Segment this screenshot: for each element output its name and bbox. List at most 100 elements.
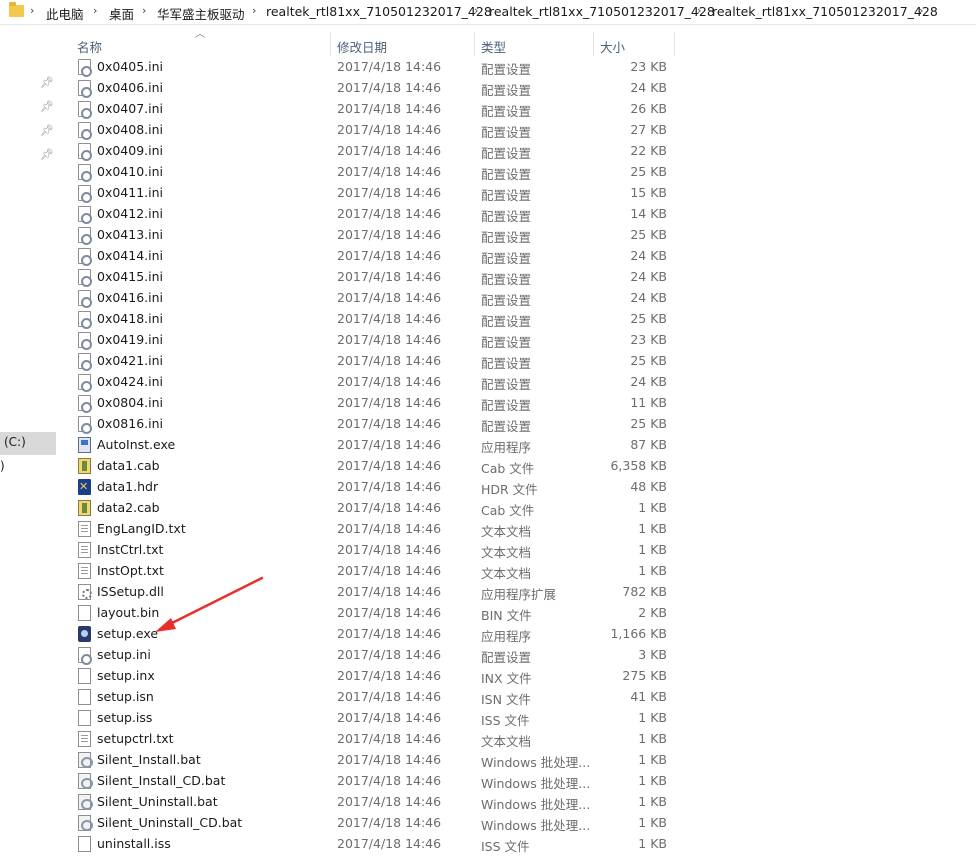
file-name[interactable]: EngLangID.txt (97, 521, 186, 536)
file-row[interactable]: setup.inx 2017/4/18 14:46 INX 文件 275 KB (70, 665, 680, 686)
file-row[interactable]: setup.exe 2017/4/18 14:46 应用程序 1,166 KB (70, 623, 680, 644)
file-name[interactable]: 0x0406.ini (97, 80, 163, 95)
file-name[interactable]: ISSetup.dll (97, 584, 164, 599)
file-name[interactable]: setup.ini (97, 647, 151, 662)
file-row[interactable]: 0x0416.ini 2017/4/18 14:46 配置设置 24 KB (70, 287, 680, 308)
file-name[interactable]: 0x0419.ini (97, 332, 163, 347)
breadcrumb-realtek-1[interactable]: realtek_rtl81xx_710501232017_428 (266, 4, 492, 19)
pin-icon[interactable]: 📌︎ (40, 125, 54, 137)
file-row[interactable]: InstOpt.txt 2017/4/18 14:46 文本文档 1 KB (70, 560, 680, 581)
file-name[interactable]: setup.iss (97, 710, 152, 725)
file-row[interactable]: 0x0411.ini 2017/4/18 14:46 配置设置 15 KB (70, 182, 680, 203)
file-row[interactable]: 0x0408.ini 2017/4/18 14:46 配置设置 27 KB (70, 119, 680, 140)
file-name[interactable]: setupctrl.txt (97, 731, 174, 746)
file-name[interactable]: 0x0412.ini (97, 206, 163, 221)
file-name[interactable]: Silent_Uninstall.bat (97, 794, 218, 809)
file-name[interactable]: data2.cab (97, 500, 160, 515)
chevron-right-icon[interactable]: › (697, 4, 701, 17)
file-name[interactable]: uninstall.iss (97, 836, 171, 851)
pin-icon[interactable]: 📌︎ (40, 77, 54, 89)
file-row[interactable]: 0x0415.ini 2017/4/18 14:46 配置设置 24 KB (70, 266, 680, 287)
nav-item-drive-c[interactable]: (C:) (4, 435, 26, 449)
file-row[interactable]: Silent_Uninstall.bat 2017/4/18 14:46 Windo… (70, 791, 680, 812)
file-name[interactable]: 0x0421.ini (97, 353, 163, 368)
file-name[interactable]: 0x0407.ini (97, 101, 163, 116)
file-name[interactable]: AutoInst.exe (97, 437, 175, 452)
file-name[interactable]: 0x0408.ini (97, 122, 163, 137)
file-row[interactable]: 0x0405.ini 2017/4/18 14:46 配置设置 23 KB (70, 56, 680, 77)
file-row[interactable]: 0x0410.ini 2017/4/18 14:46 配置设置 25 KB (70, 161, 680, 182)
file-name[interactable]: 0x0424.ini (97, 374, 163, 389)
file-name[interactable]: 0x0410.ini (97, 164, 163, 179)
breadcrumb-desktop[interactable]: 桌面 (109, 4, 134, 23)
file-name[interactable]: Silent_Uninstall_CD.bat (97, 815, 242, 830)
file-name[interactable]: Silent_Install.bat (97, 752, 201, 767)
file-row[interactable]: setup.iss 2017/4/18 14:46 ISS 文件 1 KB (70, 707, 680, 728)
file-name[interactable]: 0x0804.ini (97, 395, 163, 410)
file-name[interactable]: 0x0816.ini (97, 416, 163, 431)
file-name[interactable]: 0x0414.ini (97, 248, 163, 263)
column-divider[interactable] (674, 32, 675, 56)
chevron-right-icon[interactable]: › (252, 4, 256, 17)
column-header-size[interactable]: 大小 (593, 32, 674, 56)
file-row[interactable]: uninstall.iss 2017/4/18 14:46 ISS 文件 1 KB (70, 833, 680, 854)
chevron-right-icon[interactable]: › (142, 4, 146, 17)
column-header-type[interactable]: 类型 (474, 32, 593, 56)
file-row[interactable]: data1.hdr 2017/4/18 14:46 HDR 文件 48 KB (70, 476, 680, 497)
file-row[interactable]: ISSetup.dll 2017/4/18 14:46 应用程序扩展 782 KB (70, 581, 680, 602)
file-name[interactable]: 0x0411.ini (97, 185, 163, 200)
file-name[interactable]: 0x0418.ini (97, 311, 163, 326)
file-row[interactable]: 0x0419.ini 2017/4/18 14:46 配置设置 23 KB (70, 329, 680, 350)
file-row[interactable]: data2.cab 2017/4/18 14:46 Cab 文件 1 KB (70, 497, 680, 518)
file-row[interactable]: 0x0804.ini 2017/4/18 14:46 配置设置 11 KB (70, 392, 680, 413)
file-name[interactable]: InstOpt.txt (97, 563, 164, 578)
file-name[interactable]: Silent_Install_CD.bat (97, 773, 225, 788)
breadcrumb-realtek-2[interactable]: realtek_rtl81xx_710501232017_428 (489, 4, 715, 19)
file-name[interactable]: data1.hdr (97, 479, 158, 494)
file-row[interactable]: InstCtrl.txt 2017/4/18 14:46 文本文档 1 KB (70, 539, 680, 560)
file-name[interactable]: layout.bin (97, 605, 159, 620)
file-row[interactable]: Silent_Install_CD.bat 2017/4/18 14:46 Wind… (70, 770, 680, 791)
chevron-right-icon[interactable]: › (919, 4, 923, 17)
file-row[interactable]: 0x0816.ini 2017/4/18 14:46 配置设置 25 KB (70, 413, 680, 434)
breadcrumb-realtek-3[interactable]: realtek_rtl81xx_710501232017_428 (712, 4, 938, 19)
file-row[interactable]: data1.cab 2017/4/18 14:46 Cab 文件 6,358 KB (70, 455, 680, 476)
file-row[interactable]: 0x0424.ini 2017/4/18 14:46 配置设置 24 KB (70, 371, 680, 392)
address-bar[interactable]: › 此电脑 › 桌面 › 华军盛主板驱动 › realtek_rtl81xx_7… (0, 0, 976, 25)
file-name[interactable]: InstCtrl.txt (97, 542, 163, 557)
file-name[interactable]: 0x0416.ini (97, 290, 163, 305)
file-row[interactable]: AutoInst.exe 2017/4/18 14:46 应用程序 87 KB (70, 434, 680, 455)
chevron-right-icon[interactable]: › (30, 4, 34, 17)
file-row[interactable]: 0x0413.ini 2017/4/18 14:46 配置设置 25 KB (70, 224, 680, 245)
column-header-date[interactable]: 修改日期 (330, 32, 474, 56)
breadcrumb-driver-folder[interactable]: 华军盛主板驱动 (157, 4, 245, 23)
nav-item-partial[interactable]: ) (0, 459, 5, 473)
file-name[interactable]: setup.isn (97, 689, 154, 704)
file-row[interactable]: 0x0412.ini 2017/4/18 14:46 配置设置 14 KB (70, 203, 680, 224)
file-row[interactable]: 0x0421.ini 2017/4/18 14:46 配置设置 25 KB (70, 350, 680, 371)
file-row[interactable]: Silent_Uninstall_CD.bat 2017/4/18 14:46 Wi… (70, 812, 680, 833)
file-row[interactable]: 0x0407.ini 2017/4/18 14:46 配置设置 26 KB (70, 98, 680, 119)
file-name[interactable]: setup.exe (97, 626, 158, 641)
file-row[interactable]: EngLangID.txt 2017/4/18 14:46 文本文档 1 KB (70, 518, 680, 539)
pin-icon[interactable]: 📌︎ (40, 149, 54, 161)
file-name[interactable]: data1.cab (97, 458, 160, 473)
file-row[interactable]: setup.isn 2017/4/18 14:46 ISN 文件 41 KB (70, 686, 680, 707)
pin-icon[interactable]: 📌︎ (40, 101, 54, 113)
column-header-name[interactable]: 名称 (70, 32, 330, 56)
file-name[interactable]: 0x0413.ini (97, 227, 163, 242)
file-row[interactable]: 0x0418.ini 2017/4/18 14:46 配置设置 25 KB (70, 308, 680, 329)
file-row[interactable]: 0x0414.ini 2017/4/18 14:46 配置设置 24 KB (70, 245, 680, 266)
chevron-right-icon[interactable]: › (93, 4, 97, 17)
file-name[interactable]: setup.inx (97, 668, 155, 683)
file-row[interactable]: setup.ini 2017/4/18 14:46 配置设置 3 KB (70, 644, 680, 665)
file-row[interactable]: 0x0406.ini 2017/4/18 14:46 配置设置 24 KB (70, 77, 680, 98)
file-row[interactable]: 0x0409.ini 2017/4/18 14:46 配置设置 22 KB (70, 140, 680, 161)
file-row[interactable]: setupctrl.txt 2017/4/18 14:46 文本文档 1 KB (70, 728, 680, 749)
file-name[interactable]: 0x0405.ini (97, 59, 163, 74)
file-name[interactable]: 0x0409.ini (97, 143, 163, 158)
file-row[interactable]: Silent_Install.bat 2017/4/18 14:46 Windows… (70, 749, 680, 770)
chevron-right-icon[interactable]: › (474, 4, 478, 17)
file-row[interactable]: layout.bin 2017/4/18 14:46 BIN 文件 2 KB (70, 602, 680, 623)
file-name[interactable]: 0x0415.ini (97, 269, 163, 284)
